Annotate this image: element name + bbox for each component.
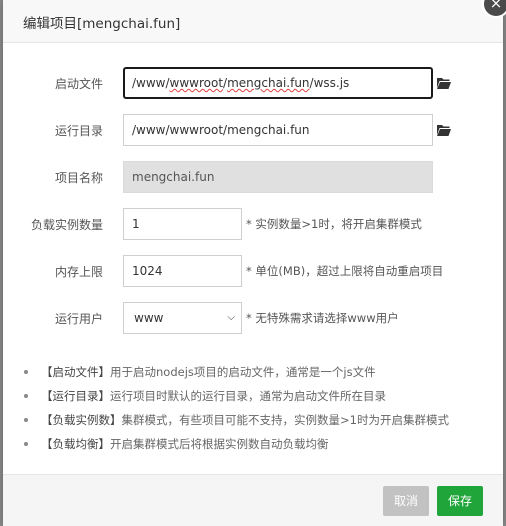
project-name-row: 项目名称 mengchai.fun [3,161,503,193]
run-dir-input[interactable]: /www/wwwroot/mengchai.fun [123,114,433,146]
folder-icon[interactable] [437,76,451,90]
help-tips-list: 【启动文件】用于启动nodejs项目的启动文件，通常是一个js文件 【运行目录】… [21,360,491,456]
dialog-title: 编辑项目[mengchai.fun] [23,16,181,32]
memory-label: 内存上限 [54,265,103,279]
save-button[interactable]: 保存 [437,486,483,516]
run-user-select[interactable]: www ⌵ [123,302,242,334]
instances-row: 负载实例数量 1 * 实例数量>1时，将开启集群模式 [3,208,503,240]
bullet-icon [24,394,28,398]
bullet-icon [24,442,28,446]
edit-project-dialog: 编辑项目[mengchai.fun] 启动文件 /www/wwwroot/men… [3,0,503,526]
start-file-input[interactable]: /www/wwwroot/mengchai.fun/wss.js [123,67,433,99]
project-name-label: 项目名称 [54,171,103,185]
start-file-label: 启动文件 [54,77,103,91]
folder-icon[interactable] [437,123,451,137]
run-user-value: www [134,311,164,325]
memory-row: 内存上限 1024 * 单位(MB)，超过上限将自动重启项目 [3,255,503,287]
bullet-icon [24,370,28,374]
run-dir-label: 运行目录 [54,124,103,138]
instances-hint: * 实例数量>1时，将开启集群模式 [246,217,422,231]
list-item: 【负载实例数】集群模式，有些项目可能不支持，实例数量>1时为开启集群模式 [21,408,491,432]
chevron-down-icon: ⌵ [227,312,235,323]
memory-input[interactable]: 1024 [123,255,242,287]
run-user-row: 运行用户 www ⌵ * 无特殊需求请选择www用户 [3,302,503,334]
run-user-label: 运行用户 [54,312,103,326]
bullet-icon [24,418,28,422]
run-user-hint: * 无特殊需求请选择www用户 [246,311,399,325]
instances-label: 负载实例数量 [30,218,103,232]
instances-input[interactable]: 1 [123,208,242,240]
cancel-button[interactable]: 取消 [383,486,429,516]
memory-hint: * 单位(MB)，超过上限将自动重启项目 [246,264,444,278]
list-item: 【负载均衡】开启集群模式后将根据实例数自动负载均衡 [21,432,491,456]
list-item: 【启动文件】用于启动nodejs项目的启动文件，通常是一个js文件 [21,360,491,384]
start-file-row: 启动文件 /www/wwwroot/mengchai.fun/wss.js [3,67,503,99]
list-item: 【运行目录】运行项目时默认的运行目录，通常为启动文件所在目录 [21,384,491,408]
run-dir-row: 运行目录 /www/wwwroot/mengchai.fun [3,114,503,146]
dialog-footer: 取消 保存 [3,474,503,526]
dialog-header: 编辑项目[mengchai.fun] [3,0,503,43]
project-name-input: mengchai.fun [123,161,433,193]
